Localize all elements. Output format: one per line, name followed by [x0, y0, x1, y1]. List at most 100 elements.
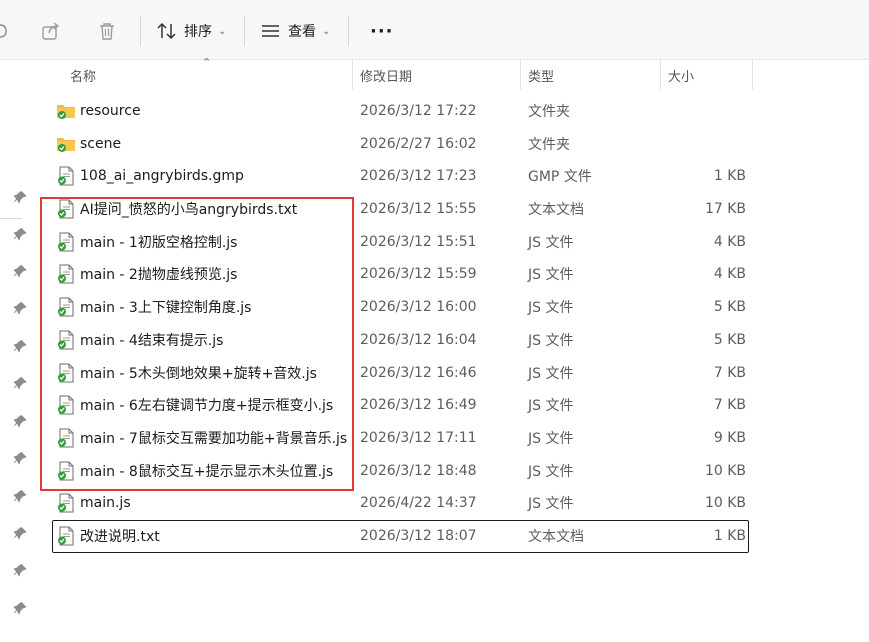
file-name-cell[interactable]: main - 6左右键调节力度+提示框变小.js — [56, 389, 356, 421]
file-name-cell[interactable]: main - 2抛物虚线预览.js — [56, 258, 356, 290]
share-button[interactable] — [40, 14, 62, 48]
file-icon — [56, 363, 80, 383]
file-name-cell[interactable]: main - 4结束有提示.js — [56, 324, 356, 356]
file-icon — [56, 428, 80, 448]
file-name: main - 4结束有提示.js — [80, 332, 224, 349]
file-name-cell[interactable]: AI提问_愤怒的小鸟angrybirds.txt — [56, 193, 356, 225]
sort-icon — [156, 21, 178, 41]
file-row[interactable]: main - 6左右键调节力度+提示框变小.js 2026/3/12 16:49 J… — [34, 389, 869, 422]
pin-icon[interactable] — [13, 450, 27, 465]
file-name-cell[interactable]: 改进说明.txt — [56, 520, 356, 552]
file-row[interactable]: AI提问_愤怒的小鸟angrybirds.txt 2026/3/12 15:55 文… — [34, 193, 869, 226]
file-row[interactable]: main - 3上下键控制角度.js 2026/3/12 16:00 JS 文件 5 … — [34, 291, 869, 324]
file-name-cell[interactable]: main - 3上下键控制角度.js — [56, 291, 356, 323]
file-row[interactable]: main - 5木头倒地效果+旋转+音效.js 2026/3/12 16:46 JS… — [34, 357, 869, 390]
file-type: JS 文件 — [528, 365, 574, 382]
file-type: JS 文件 — [528, 398, 574, 415]
column-divider[interactable] — [752, 60, 753, 90]
chevron-down-icon: ⌄ — [322, 25, 331, 37]
file-name: 改进说明.txt — [80, 528, 160, 545]
folder-row[interactable]: resource 2026/3/12 17:22 文件夹 — [34, 95, 869, 128]
file-row[interactable]: main - 4结束有提示.js 2026/3/12 16:04 JS 文件 5 KB — [34, 324, 869, 357]
column-name-label: 名称 — [70, 69, 97, 85]
pin-icon[interactable] — [13, 226, 27, 241]
file-name: 108_ai_angrybirds.gmp — [80, 168, 244, 185]
file-size: 5 KB — [713, 331, 746, 348]
pin-icon[interactable] — [13, 375, 27, 390]
column-header: ⌃ 名称 修改日期 类型 大小 — [34, 56, 869, 90]
file-name: main.js — [80, 495, 131, 512]
file-type: JS 文件 — [528, 496, 574, 513]
file-name: AI提问_愤怒的小鸟angrybirds.txt — [80, 202, 298, 219]
pin-icon[interactable] — [13, 338, 27, 353]
file-icon — [56, 297, 80, 317]
file-type: JS 文件 — [528, 463, 574, 480]
file-name-cell[interactable]: 108_ai_angrybirds.gmp — [56, 160, 356, 192]
file-row[interactable]: main - 2抛物虚线预览.js 2026/3/12 15:59 JS 文件 4 K… — [34, 258, 869, 291]
file-row[interactable]: main - 1初版空格控制.js 2026/3/12 15:51 JS 文件 4 K… — [34, 226, 869, 259]
file-date: 2026/2/27 16:02 — [360, 135, 477, 152]
folder-icon — [56, 134, 80, 154]
file-icon — [56, 395, 80, 415]
pin-icon[interactable] — [13, 189, 27, 204]
file-row[interactable]: 108_ai_angrybirds.gmp 2026/3/12 17:23 GMP … — [34, 160, 869, 193]
file-icon — [56, 264, 80, 284]
file-name-cell[interactable]: resource — [56, 95, 356, 127]
view-button[interactable]: 查看 ⌄ — [260, 14, 330, 48]
column-size-label: 大小 — [668, 69, 695, 85]
column-type[interactable]: 类型 — [520, 60, 660, 90]
column-size[interactable]: 大小 — [660, 60, 752, 90]
pin-icon[interactable] — [13, 263, 27, 278]
column-type-label: 类型 — [528, 69, 555, 85]
file-date: 2026/3/12 15:55 — [360, 201, 477, 218]
file-type: 文件夹 — [528, 104, 570, 120]
pin-icon[interactable] — [13, 525, 27, 540]
file-name-cell[interactable]: main.js — [56, 487, 356, 519]
file-name-cell[interactable]: main - 5木头倒地效果+旋转+音效.js — [56, 357, 356, 389]
pin-icon[interactable] — [13, 562, 27, 577]
sort-button[interactable]: 排序 ⌄ — [156, 14, 226, 48]
file-name-cell[interactable]: main - 1初版空格控制.js — [56, 226, 356, 258]
file-name-cell[interactable]: main - 8鼠标交互+提示显示木头位置.js — [56, 455, 356, 487]
file-size — [660, 128, 746, 160]
command-bar: 排序 ⌄ 查看 ⌄ ··· — [0, 0, 869, 60]
file-type: 文件夹 — [528, 136, 570, 153]
file-size: 7 KB — [713, 364, 746, 381]
pin-icon[interactable] — [13, 413, 27, 428]
folder-row[interactable]: scene 2026/2/27 16:02 文件夹 — [34, 128, 869, 161]
file-date: 2026/3/12 16:00 — [360, 299, 477, 316]
pin-icon[interactable] — [13, 300, 27, 315]
pin-icon[interactable] — [13, 600, 27, 615]
file-icon — [56, 330, 80, 350]
file-size — [660, 95, 746, 127]
more-button[interactable]: ··· — [370, 14, 394, 48]
file-size: 4 KB — [713, 266, 746, 283]
delete-button[interactable] — [96, 14, 118, 48]
column-date-label: 修改日期 — [360, 69, 413, 85]
file-date: 2026/3/12 17:11 — [360, 429, 477, 446]
file-name-cell[interactable]: scene — [56, 128, 356, 160]
file-name-cell[interactable]: main - 7鼠标交互需要加功能+背景音乐.js — [56, 422, 356, 454]
sort-label: 排序 — [184, 24, 212, 40]
column-date[interactable]: 修改日期 — [352, 60, 520, 90]
file-row[interactable]: main - 8鼠标交互+提示显示木头位置.js 2026/3/12 18:48 J… — [34, 455, 869, 488]
file-icon — [56, 166, 80, 186]
pin-icon[interactable] — [13, 488, 27, 503]
toolbar-separator — [244, 16, 245, 46]
toolbar-separator — [140, 16, 141, 46]
file-size: 10 KB — [704, 462, 746, 479]
file-icon — [56, 461, 80, 481]
file-size: 4 KB — [713, 233, 746, 250]
column-name[interactable]: 名称 — [62, 60, 352, 90]
file-row[interactable]: main.js 2026/4/22 14:37 JS 文件 10 KB — [34, 487, 869, 520]
file-date: 2026/3/12 16:49 — [360, 397, 477, 414]
file-size: 10 KB — [704, 495, 746, 512]
share-icon — [40, 20, 62, 42]
more-icon: ··· — [370, 20, 394, 42]
file-size: 7 KB — [713, 397, 746, 414]
file-row[interactable]: 改进说明.txt 2026/3/12 18:07 文本文档 1 KB — [52, 519, 749, 553]
view-label: 查看 — [288, 24, 316, 40]
paste-icon[interactable] — [0, 14, 8, 48]
file-row[interactable]: main - 7鼠标交互需要加功能+背景音乐.js 2026/3/12 17:11… — [34, 422, 869, 455]
file-name: main - 2抛物虚线预览.js — [80, 267, 238, 284]
